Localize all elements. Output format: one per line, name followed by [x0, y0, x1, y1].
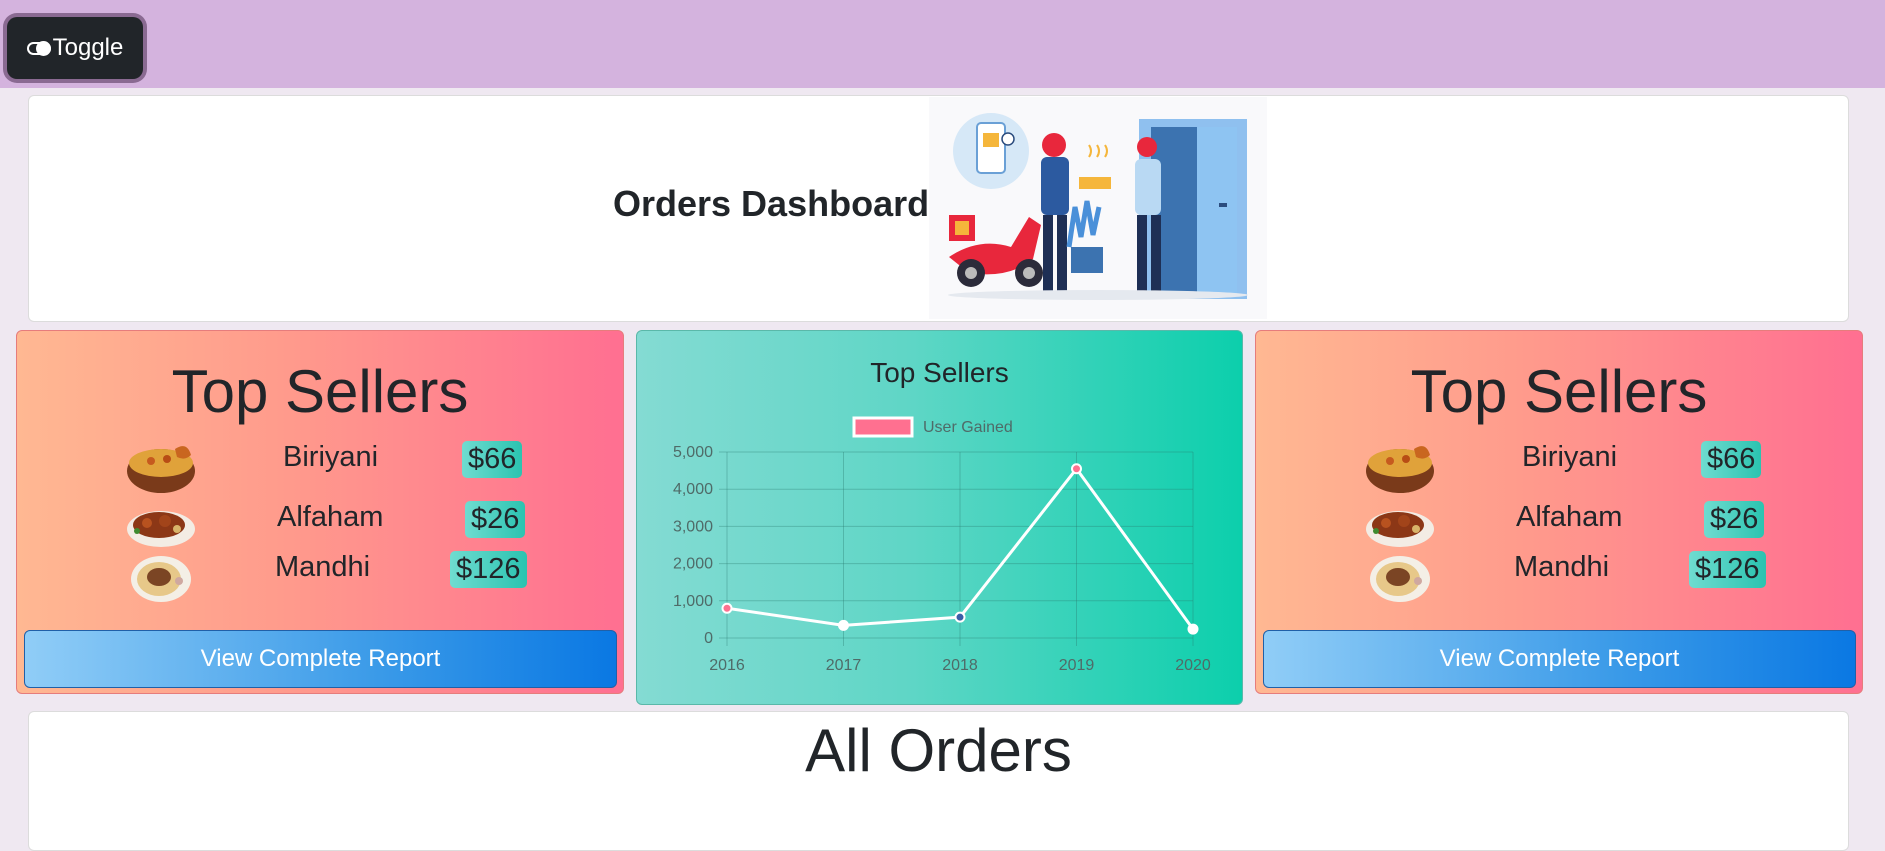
line-chart: 0 1,000 2,000 3,000 4,000 5,000 2016 2017 2018 20… [673, 416, 1211, 674]
y-tick-label: 4,000 [673, 481, 713, 498]
seller-item-price: $126 [1689, 551, 1766, 588]
data-point [721, 602, 733, 614]
alfaham-plate-icon [1364, 503, 1436, 554]
biriyani-pot-icon [1364, 441, 1436, 502]
seller-item-price: $26 [465, 501, 526, 538]
top-sellers-title: Top Sellers [171, 358, 469, 425]
seller-item-name: Alfaham [277, 501, 384, 533]
top-sellers-chart-card: Top Sellers 0 1,000 2,000 3,000 4,000 5,000 20… [636, 330, 1243, 705]
top-sellers-title: Top Sellers [1410, 358, 1708, 425]
toggle-button-label: Toggle [52, 34, 124, 61]
seller-item-name: Biriyani [1522, 441, 1618, 473]
data-point [838, 619, 849, 631]
seller-item-name: Alfaham [1516, 501, 1623, 533]
data-point [1071, 463, 1082, 475]
view-complete-report-button[interactable]: View Complete Report [24, 630, 617, 688]
seller-item-price: $66 [1701, 441, 1762, 478]
mandhi-plate-icon [129, 553, 193, 608]
x-tick-label: 2018 [942, 657, 978, 674]
y-tick-label: 5,000 [673, 444, 713, 461]
x-tick-label: 2016 [709, 657, 745, 674]
x-tick-label: 2017 [826, 657, 862, 674]
mandhi-plate-icon [1368, 553, 1432, 608]
seller-item-name: Mandhi [275, 551, 371, 583]
data-point [954, 611, 966, 623]
top-sellers-card-right: Top Sellers Biriyani $66 Alfaham $26 Man… [1255, 330, 1863, 694]
delivery-illustration [929, 97, 1267, 319]
toggle-switch-icon [26, 40, 51, 56]
x-tick-label: 2020 [1175, 657, 1211, 674]
top-sellers-card-left: Top Sellers Biriyani $66 Alfaham $26 Man… [16, 330, 624, 694]
y-tick-label: 0 [704, 630, 713, 647]
top-bar: Toggle [0, 0, 1885, 88]
x-tick-label: 2019 [1059, 657, 1095, 674]
alfaham-plate-icon [125, 503, 197, 554]
y-tick-label: 3,000 [673, 518, 713, 535]
data-point [1187, 623, 1199, 635]
all-orders-card: All Orders [28, 711, 1849, 851]
legend-swatch [852, 416, 914, 438]
seller-item-price: $26 [1704, 501, 1765, 538]
toggle-button[interactable]: Toggle [7, 17, 143, 79]
seller-item-price: $126 [450, 551, 527, 588]
y-tick-label: 1,000 [673, 593, 713, 610]
biriyani-pot-icon [125, 441, 197, 502]
all-orders-title: All Orders [805, 717, 1072, 784]
page-title: Orders Dashboard [613, 183, 930, 224]
view-complete-report-button[interactable]: View Complete Report [1263, 630, 1856, 688]
legend-label: User Gained [923, 419, 1013, 436]
seller-item-name: Biriyani [283, 441, 379, 473]
seller-item-name: Mandhi [1514, 551, 1610, 583]
y-tick-label: 2,000 [673, 556, 713, 573]
seller-item-price: $66 [462, 441, 523, 478]
